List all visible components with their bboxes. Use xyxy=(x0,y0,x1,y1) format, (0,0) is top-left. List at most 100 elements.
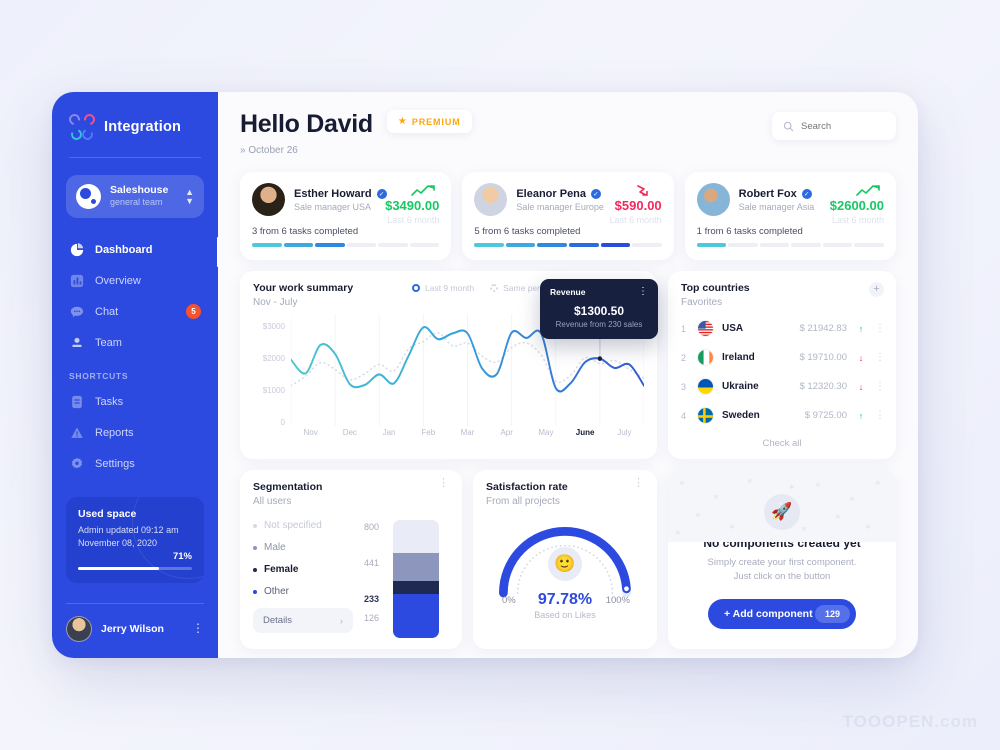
flag-usa-icon xyxy=(697,320,714,337)
x-tick: May xyxy=(538,428,554,437)
person-name: Eleanor Pena xyxy=(516,187,587,200)
current-user[interactable]: Jerry Wilson ⋮ xyxy=(66,616,204,642)
country-row[interactable]: 3 Ukraine $ 12320.30 ↓ ⋮ xyxy=(681,372,885,401)
check-all-link[interactable]: Check all xyxy=(681,438,883,449)
person-amount: $2600.00 xyxy=(829,198,884,213)
empty-state-subtitle: Simply create your first component. Just… xyxy=(668,556,896,585)
segment-value: 441 xyxy=(363,558,379,568)
sidebar-item-chat[interactable]: Chat 5 xyxy=(52,296,218,327)
tooltip-value: $1300.50 xyxy=(573,304,625,318)
star-icon: ✶ xyxy=(874,478,882,488)
segment-item-male[interactable]: Male xyxy=(253,542,341,553)
user-menu-kebab-icon[interactable]: ⋮ xyxy=(192,622,204,634)
x-tick: Nov xyxy=(303,428,318,437)
used-space-line1: Admin updated 09:12 am xyxy=(78,525,179,535)
person-card-robert[interactable]: Robert Fox ✓ Sale manager Asia $2600.00 … xyxy=(684,172,896,260)
plus-icon[interactable]: + xyxy=(869,282,884,297)
legend-label: Last 9 month xyxy=(425,283,475,293)
y-tick: $1000 xyxy=(262,386,285,395)
sidebar-item-overview[interactable]: Overview xyxy=(52,265,218,296)
sidebar-item-team[interactable]: Team xyxy=(52,327,218,358)
country-kebab-icon[interactable]: ⋮ xyxy=(875,352,885,362)
sidebar-item-settings[interactable]: Settings xyxy=(52,448,218,479)
country-kebab-icon[interactable]: ⋮ xyxy=(875,410,885,420)
sidebar-divider-bottom xyxy=(66,603,204,604)
tooltip-kebab-icon[interactable]: ⋮ xyxy=(638,287,648,297)
country-name: Ukraine xyxy=(722,381,759,392)
star-icon: ✶ xyxy=(674,528,682,538)
brand: Integration xyxy=(52,110,218,142)
person-name-row: Eleanor Pena ✓ xyxy=(516,188,604,200)
sidebar-divider-top xyxy=(69,157,201,158)
premium-label: PREMIUM xyxy=(411,116,461,127)
settings-icon xyxy=(69,456,84,471)
sidebar-item-reports[interactable]: Reports xyxy=(52,417,218,448)
country-kebab-icon[interactable]: ⋮ xyxy=(875,323,885,333)
progress-segment xyxy=(346,243,377,247)
segment-item-not-specified[interactable]: Not specified xyxy=(253,520,341,531)
country-value: $ 21942.83 xyxy=(799,323,847,334)
search-input[interactable] xyxy=(801,120,885,132)
verified-icon: ✓ xyxy=(801,188,812,199)
avatar xyxy=(696,183,730,216)
details-label: Details xyxy=(263,615,293,626)
sidebar-item-dashboard[interactable]: Dashboard xyxy=(52,234,218,267)
segment-value: 126 xyxy=(363,613,379,623)
country-row[interactable]: 1 USA $ 21942.83 ↑ ⋮ xyxy=(681,314,885,343)
tasks-icon xyxy=(69,394,84,409)
segment-label: Not specified xyxy=(264,520,322,531)
segment-bar-not-specified xyxy=(393,520,439,554)
person-card-eleanor[interactable]: Eleanor Pena ✓ Sale manager Europe $590.… xyxy=(462,172,674,260)
satisfaction-kebab-icon[interactable]: ⋮ xyxy=(633,478,644,488)
segment-item-other[interactable]: Other xyxy=(253,586,341,597)
person-progressbar xyxy=(252,243,440,247)
satisfaction-percent: 97.78% xyxy=(537,591,593,608)
country-name: Ireland xyxy=(722,352,755,363)
progress-segment xyxy=(632,243,662,247)
premium-badge[interactable]: ★ PREMIUM xyxy=(386,110,472,133)
segmentation-kebab-icon[interactable]: ⋮ xyxy=(438,478,449,488)
person-progressbar xyxy=(474,243,662,247)
legend-item-last-9-month[interactable]: Last 9 month xyxy=(412,283,474,293)
star-icon: ★ xyxy=(397,116,407,127)
flag-ukraine-icon xyxy=(697,378,714,395)
person-card-esther[interactable]: Esther Howard ✓ Sale manager USA $3490.0… xyxy=(240,172,452,260)
segmentation-subtitle: All users xyxy=(253,496,292,507)
segmentation-body: Not specified Male Female Other Details … xyxy=(253,520,449,638)
greeting-block: Hello David ★ PREMIUM » October 26 xyxy=(240,110,472,156)
search-icon xyxy=(783,121,794,132)
marker-dot xyxy=(597,356,602,361)
team-switcher[interactable]: Saleshouse general team ▲ ▼ xyxy=(66,175,204,218)
trend-up-icon: ↑ xyxy=(858,323,864,334)
trend-down-icon: ↓ xyxy=(858,352,864,363)
add-component-button[interactable]: + Add component 129 xyxy=(708,598,856,629)
person-role: Sale manager Asia xyxy=(738,201,815,212)
tooltip-sub: Revenue from 230 sales xyxy=(555,320,643,329)
country-kebab-icon[interactable]: ⋮ xyxy=(875,381,885,391)
segment-item-female[interactable]: Female xyxy=(253,564,341,575)
app-window: Integration Saleshouse general team ▲ ▼ D… xyxy=(52,92,918,658)
progress-segment xyxy=(252,243,282,247)
sidebar-item-tasks[interactable]: Tasks xyxy=(52,386,218,417)
chevron-updown-icon: ▲ ▼ xyxy=(185,186,194,206)
progress-segment xyxy=(822,243,853,247)
satisfaction-title: Satisfaction rate xyxy=(486,481,568,493)
tooltip-label: Revenue xyxy=(550,287,586,297)
pie-chart-icon xyxy=(69,242,84,257)
chart-y-axis: 0 $1000 $2000 $3000 xyxy=(253,314,289,427)
star-icon: ✶ xyxy=(800,524,808,534)
sidebar-footer: Jerry Wilson ⋮ xyxy=(52,603,218,658)
details-button[interactable]: Details › xyxy=(253,608,353,633)
person-amount: $590.00 xyxy=(614,198,662,213)
segment-label: Male xyxy=(264,542,286,553)
segmentation-title: Segmentation xyxy=(253,481,323,493)
country-list: 1 USA $ 21942.83 ↑ ⋮ 2 Ireland $ 19710.00 ↓ ⋮ 3 Ukr… xyxy=(681,314,885,430)
search-box[interactable] xyxy=(772,112,896,140)
country-row[interactable]: 2 Ireland $ 19710.00 ↓ ⋮ xyxy=(681,343,885,372)
chart-tooltip: Revenue ⋮ $1300.50 Revenue from 230 sale… xyxy=(540,279,658,339)
person-name-row: Esther Howard ✓ xyxy=(294,188,387,200)
star-icon: ✶ xyxy=(712,492,720,502)
country-row[interactable]: 4 Sweden $ 9725.00 ↑ ⋮ xyxy=(681,401,885,430)
star-icon: ✶ xyxy=(728,522,736,532)
segment-label: Other xyxy=(264,586,290,597)
